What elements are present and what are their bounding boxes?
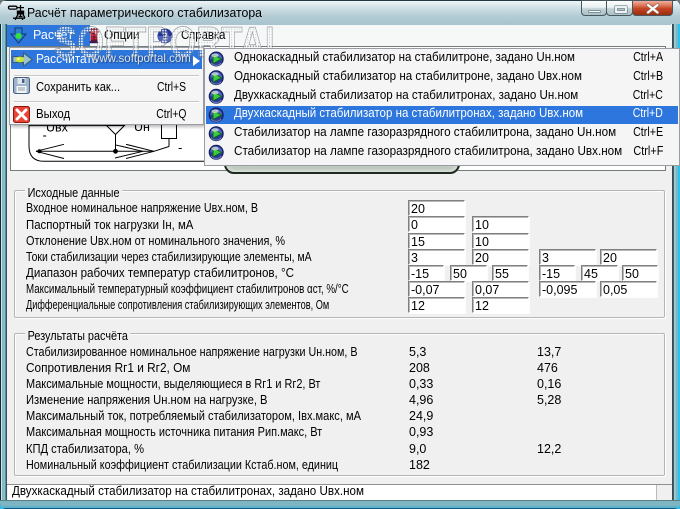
svg-text:?: ? [162, 29, 168, 43]
svg-text:-: - [43, 128, 47, 143]
svg-text:-: - [178, 140, 182, 155]
